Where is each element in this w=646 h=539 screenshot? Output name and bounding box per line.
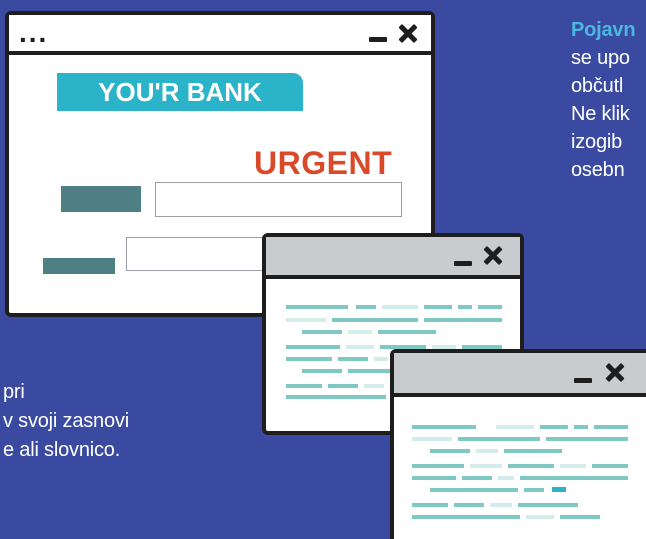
text-line (470, 464, 502, 468)
text-line (518, 503, 578, 507)
text-line (490, 503, 512, 507)
text-line (412, 503, 448, 507)
text-line (286, 395, 386, 399)
text-line (286, 305, 348, 309)
text-line (364, 384, 384, 388)
submit-button[interactable] (43, 258, 115, 274)
text-line (574, 425, 588, 429)
text-line (454, 503, 484, 507)
window-menu-dots: ... (19, 17, 49, 48)
text-line (328, 384, 358, 388)
text-line (346, 345, 374, 349)
info-text-line-1: Pojavn (571, 19, 636, 41)
popup-2-titlebar (394, 353, 646, 397)
illustration-canvas: Pojavn se upo občutl Ne klik izogib oseb… (0, 0, 646, 539)
text-line (594, 425, 628, 429)
popup-window-2 (390, 349, 646, 539)
text-line (498, 476, 514, 480)
text-line (478, 305, 502, 309)
info-text-left-line-1: pri (3, 381, 25, 403)
urgent-label: URGENT (254, 145, 393, 181)
text-line (412, 464, 464, 468)
text-line (412, 425, 476, 429)
info-text-line-5: izogib (571, 131, 623, 153)
text-line (286, 384, 322, 388)
text-line (382, 305, 418, 309)
login-label-block (61, 186, 141, 212)
text-line (424, 305, 452, 309)
text-line (458, 437, 540, 441)
close-icon[interactable] (399, 24, 417, 42)
text-line (546, 437, 628, 441)
text-line (476, 449, 498, 453)
close-icon[interactable] (606, 363, 624, 381)
text-line (302, 330, 342, 334)
text-line (496, 425, 534, 429)
minimize-icon[interactable] (574, 378, 592, 383)
close-icon[interactable] (484, 246, 502, 264)
text-highlight (552, 487, 566, 492)
info-text-line-3: občutl (571, 75, 624, 97)
text-line (286, 318, 326, 322)
text-line (462, 476, 492, 480)
info-text-line-6: osebn (571, 159, 625, 181)
text-line (458, 305, 472, 309)
text-line (560, 515, 600, 519)
text-line (356, 305, 376, 309)
text-line (286, 345, 340, 349)
text-line (540, 425, 568, 429)
info-text-line-4: Ne klik (571, 103, 630, 125)
text-line (560, 464, 586, 468)
text-line (520, 476, 628, 480)
text-line (430, 488, 518, 492)
text-line (332, 318, 418, 322)
text-line (412, 476, 456, 480)
text-line (374, 357, 388, 361)
info-text-left-line-2: v svoji zasnovi (3, 410, 129, 432)
info-text-line-2: se upo (571, 47, 630, 69)
text-line (524, 488, 544, 492)
text-line (508, 464, 554, 468)
info-text-left-line-3: e ali slovnico. (3, 439, 121, 461)
text-line (338, 357, 368, 361)
username-field[interactable] (155, 182, 402, 217)
bank-logo-badge: YOU'R BANK (57, 73, 303, 111)
text-line (424, 318, 502, 322)
text-line (592, 464, 628, 468)
text-line (348, 330, 372, 334)
window-titlebar: ... (9, 15, 431, 55)
text-line (430, 449, 470, 453)
text-line (286, 357, 332, 361)
minimize-icon[interactable] (369, 37, 387, 42)
minimize-icon[interactable] (454, 261, 472, 266)
text-line (412, 515, 520, 519)
text-line (526, 515, 554, 519)
popup-1-titlebar (266, 237, 520, 279)
text-line (504, 449, 562, 453)
text-line (302, 369, 342, 373)
text-line (412, 437, 452, 441)
text-line (378, 330, 436, 334)
